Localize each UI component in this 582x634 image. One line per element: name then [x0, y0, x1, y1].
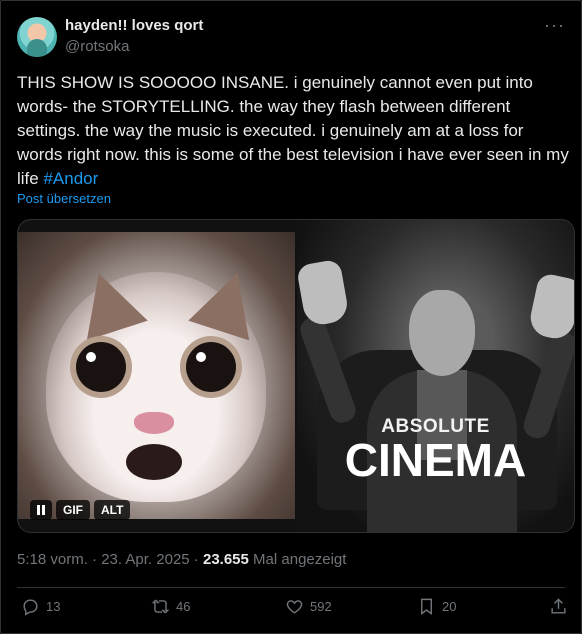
hand-right	[527, 272, 574, 342]
absolute-cinema-image[interactable]: ABSOLUTE CINEMA	[297, 220, 574, 532]
cat-eye-left	[76, 342, 126, 392]
pause-icon[interactable]	[30, 500, 52, 520]
divider	[17, 587, 565, 588]
repost-button[interactable]: 46	[151, 597, 190, 616]
reply-count: 13	[46, 599, 61, 614]
more-horizontal-icon[interactable]: ···	[544, 15, 565, 36]
meta-separator: ·	[87, 551, 102, 568]
cat-mouth	[126, 444, 182, 480]
cat-face	[46, 263, 268, 502]
bookmark-icon	[421, 598, 432, 616]
action-bar: 13 46 592 20	[1, 597, 582, 623]
cat-eye-right	[186, 342, 236, 392]
share-button[interactable]	[549, 597, 568, 616]
reply-button[interactable]: 13	[21, 597, 60, 616]
cat-gif[interactable]	[18, 232, 295, 519]
tweet-text: THIS SHOW IS SOOOOO INSANE. i genuinely …	[17, 71, 572, 191]
gif-controls: GIF ALT	[30, 500, 131, 520]
like-count: 592	[310, 599, 332, 614]
cat-ear-right	[188, 263, 268, 341]
gif-badge[interactable]: GIF	[56, 500, 90, 520]
tweet-time[interactable]: 5:18 vorm.	[17, 551, 88, 568]
translate-post-link[interactable]: Post übersetzen	[17, 191, 111, 206]
bookmark-button[interactable]: 20	[417, 597, 456, 616]
views-count[interactable]: 23.655	[203, 551, 249, 568]
reply-icon	[23, 599, 38, 616]
alt-badge[interactable]: ALT	[94, 500, 131, 520]
heart-icon	[286, 600, 303, 614]
author-display-name[interactable]: hayden!! loves qort	[65, 17, 203, 34]
share-icon	[551, 598, 566, 614]
media-grid: GIF ALT ABSOLUTE CINEMA	[17, 219, 575, 533]
author-handle[interactable]: @rotsoka	[65, 38, 129, 55]
tweet-meta: 5:18 vorm. · 23. Apr. 2025 · 23.655 Mal …	[17, 551, 346, 568]
tweet-date[interactable]: 23. Apr. 2025	[101, 551, 189, 568]
repost-count: 46	[176, 599, 191, 614]
bookmark-count: 20	[442, 599, 457, 614]
man-head	[409, 290, 475, 376]
cat-nose	[134, 412, 174, 434]
views-label: Mal angezeigt	[248, 551, 347, 568]
meme-caption-line2: CINEMA	[344, 434, 527, 486]
hand-left	[297, 258, 351, 328]
like-button[interactable]: 592	[285, 597, 332, 616]
meta-separator: ·	[189, 551, 203, 568]
cat-ear-left	[68, 263, 148, 341]
repost-icon	[151, 599, 170, 614]
hashtag-link[interactable]: #Andor	[43, 169, 98, 188]
tweet-card: hayden!! loves qort @rotsoka ··· THIS SH…	[0, 0, 582, 634]
tweet-text-body: THIS SHOW IS SOOOOO INSANE. i genuinely …	[17, 73, 569, 188]
avatar[interactable]	[17, 17, 57, 57]
